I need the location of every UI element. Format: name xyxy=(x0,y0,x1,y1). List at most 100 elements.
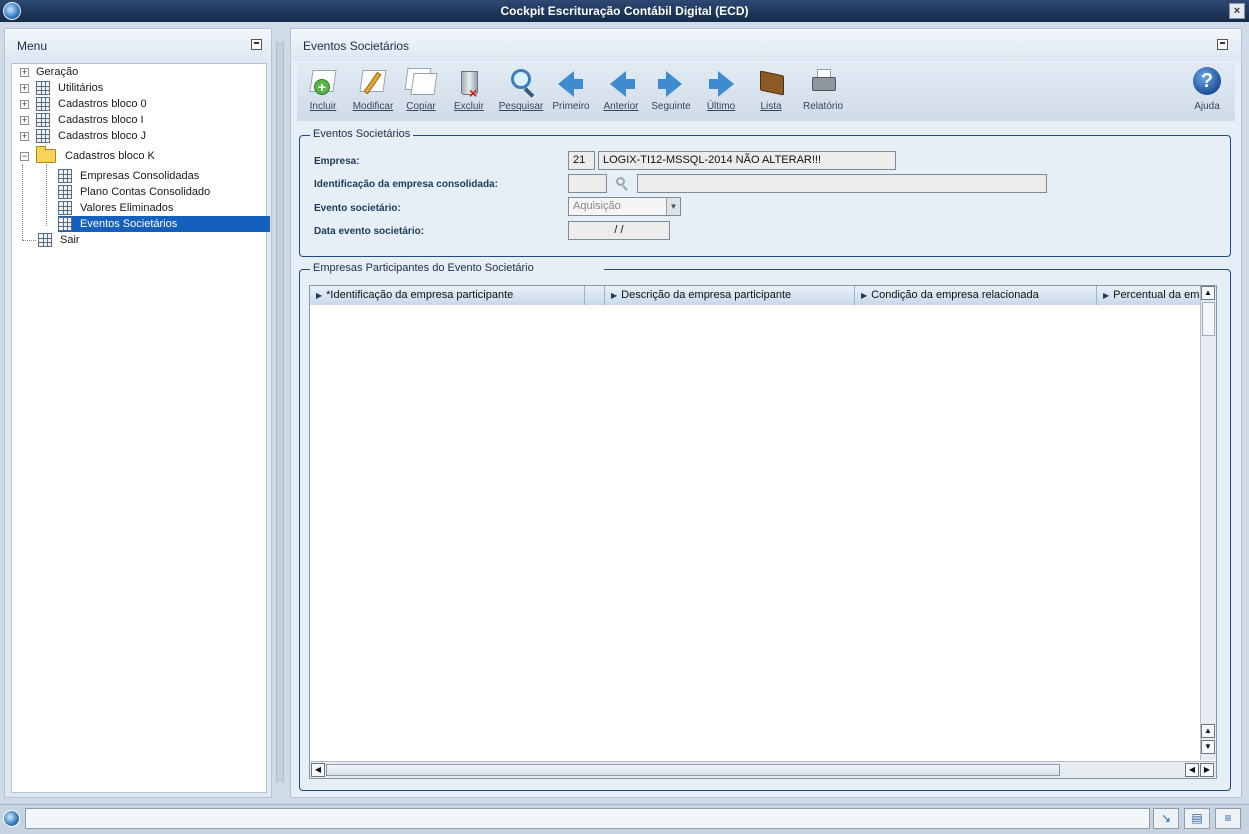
seguinte-button[interactable]: Seguinte xyxy=(645,65,697,119)
menu-item-cadastros-bloco-0[interactable]: + Cadastros bloco 0 xyxy=(20,96,147,112)
column-header[interactable]: ▶Percentual da empresa xyxy=(1097,286,1201,305)
main-minimize-button[interactable] xyxy=(1217,39,1228,50)
menu-panel: Menu + Geração + Utilitários + Cadastros… xyxy=(4,28,272,798)
panel-splitter[interactable] xyxy=(276,42,284,782)
scroll-thumb[interactable] xyxy=(1202,302,1215,336)
zoom-search-icon[interactable] xyxy=(614,176,630,192)
empresa-name-field: LOGIX-TI12-MSSQL-2014 NÃO ALTERAR!!! xyxy=(598,151,896,170)
menu-item-cadastros-bloco-k[interactable]: − Cadastros bloco K xyxy=(20,146,155,164)
scroll-up-icon[interactable]: ▲ xyxy=(1201,724,1215,738)
evento-select[interactable]: Aquisição ▼ xyxy=(568,197,681,216)
scroll-thumb[interactable] xyxy=(326,764,1060,776)
menu-item-utilitarios[interactable]: + Utilitários xyxy=(20,80,103,96)
scroll-left-icon[interactable]: ◀ xyxy=(1185,763,1199,777)
menu-item-eventos-societarios[interactable]: Eventos Societários xyxy=(58,216,270,232)
menu-item-empresas-consolidadas[interactable]: Empresas Consolidadas xyxy=(58,168,199,184)
toolbar-label: Relatório xyxy=(802,101,844,112)
primeiro-button[interactable]: Primeiro xyxy=(545,65,597,119)
scroll-left-icon[interactable]: ◀ xyxy=(311,763,325,777)
toolbar-label: Último xyxy=(706,101,736,112)
menu-title: Menu xyxy=(17,39,48,53)
data-evento-field[interactable]: / / xyxy=(568,221,670,240)
menu-item-sair[interactable]: Sair xyxy=(38,232,80,248)
ultimo-button[interactable]: Último xyxy=(695,65,747,119)
horizontal-scrollbar[interactable]: ◀ ◀ ▶ xyxy=(310,761,1216,778)
excluir-button[interactable]: × Excluir xyxy=(443,65,495,119)
menu-item-valores-eliminados[interactable]: Valores Eliminados xyxy=(58,200,173,216)
toolbar-label: Modificar xyxy=(352,101,394,112)
expand-icon[interactable]: + xyxy=(20,83,29,93)
expand-icon[interactable]: + xyxy=(20,99,29,109)
toolbar-label: Anterior xyxy=(603,101,639,112)
printer-icon xyxy=(806,65,840,99)
help-icon: ? xyxy=(1190,65,1224,99)
toolbar-label: Incluir xyxy=(309,101,337,112)
add-document-icon: + xyxy=(306,65,340,99)
incluir-button[interactable]: + Incluir xyxy=(297,65,349,119)
grid-icon xyxy=(58,185,72,199)
expand-icon[interactable]: + xyxy=(20,115,29,125)
message-icon[interactable]: ≡ xyxy=(1215,808,1241,829)
grid-icon xyxy=(36,113,50,127)
menu-item-cadastros-bloco-i[interactable]: + Cadastros bloco I xyxy=(20,112,144,128)
participants-table: ▶ *Identificação da empresa participante … xyxy=(309,285,1217,779)
scroll-right-icon[interactable]: ▶ xyxy=(1200,763,1214,777)
lista-button[interactable]: Lista xyxy=(745,65,797,119)
empresa-label: Empresa: xyxy=(314,156,360,167)
status-bar: ↘ ▤ ≡ xyxy=(0,804,1249,834)
empresa-code-field[interactable]: 21 xyxy=(568,151,595,170)
grid-icon xyxy=(58,217,72,231)
identificacao-code-field[interactable] xyxy=(568,174,607,193)
edit-document-icon xyxy=(356,65,390,99)
scroll-down-icon[interactable]: ▼ xyxy=(1201,740,1215,754)
main-panel: Eventos Societários + Incluir Modificar … xyxy=(290,28,1242,798)
main-title: Eventos Societários xyxy=(303,39,410,53)
column-header-label: Descrição da empresa participante xyxy=(621,289,792,301)
copiar-button[interactable]: Copiar xyxy=(395,65,447,119)
column-header[interactable]: ▶ *Identificação da empresa participante xyxy=(310,286,585,305)
tree-guide-line xyxy=(22,164,23,240)
main-panel-header: Eventos Societários xyxy=(291,29,1241,61)
menu-tree: + Geração + Utilitários + Cadastros bloc… xyxy=(11,63,270,793)
column-header[interactable]: ▶ Condição da empresa relacionada xyxy=(855,286,1097,305)
menu-item-label: Cadastros bloco J xyxy=(58,130,147,142)
search-icon xyxy=(504,65,538,99)
copy-document-icon xyxy=(404,65,438,99)
grid-icon xyxy=(36,81,50,95)
menu-item-geracao[interactable]: + Geração xyxy=(20,64,78,80)
menu-item-plano-contas-consolidado[interactable]: Plano Contas Consolidado xyxy=(58,184,210,200)
anterior-button[interactable]: Anterior xyxy=(595,65,647,119)
modificar-button[interactable]: Modificar xyxy=(347,65,399,119)
grid-icon xyxy=(38,233,52,247)
data-label: Data evento societário: xyxy=(314,226,425,237)
column-header-label: Percentual da empresa xyxy=(1113,289,1200,301)
grid-icon xyxy=(36,97,50,111)
menu-panel-header: Menu xyxy=(5,29,271,61)
pesquisar-button[interactable]: Pesquisar xyxy=(495,65,547,119)
ajuda-button[interactable]: ? Ajuda xyxy=(1181,65,1233,119)
trash-icon: × xyxy=(452,65,486,101)
relatorio-button[interactable]: Relatório xyxy=(797,65,849,119)
collapse-icon[interactable]: − xyxy=(20,151,29,161)
chevron-down-icon[interactable]: ▼ xyxy=(666,198,680,215)
toolbar-label: Ajuda xyxy=(1194,101,1220,112)
menu-item-cadastros-bloco-j[interactable]: + Cadastros bloco J xyxy=(20,128,146,144)
menu-minimize-button[interactable] xyxy=(251,39,262,50)
scroll-up-icon[interactable]: ▲ xyxy=(1201,286,1215,300)
grid-icon xyxy=(58,201,72,215)
identificacao-label: Identificação da empresa consolidada: xyxy=(314,179,498,190)
print-icon[interactable]: ▤ xyxy=(1184,808,1210,829)
expand-icon[interactable]: + xyxy=(20,67,29,77)
form-group-title: Eventos Societários xyxy=(310,128,414,140)
resize-arrow-icon[interactable]: ↘ xyxy=(1153,808,1179,829)
window-title-bar: Cockpit Escrituração Contábil Digital (E… xyxy=(0,0,1249,22)
vertical-scrollbar[interactable]: ▲ ▲ ▼ xyxy=(1200,286,1216,760)
menu-item-label: Empresas Consolidadas xyxy=(80,170,200,182)
evento-selected-value: Aquisição xyxy=(573,200,621,212)
form-groupbox: Eventos Societários Empresa: 21 LOGIX-TI… xyxy=(299,128,1231,257)
window-close-button[interactable]: × xyxy=(1229,3,1245,19)
app-logo-icon xyxy=(3,810,20,827)
expand-icon[interactable]: + xyxy=(20,131,29,141)
identificacao-desc-field xyxy=(637,174,1047,193)
column-header[interactable]: ▶ Descrição da empresa participante xyxy=(605,286,855,305)
